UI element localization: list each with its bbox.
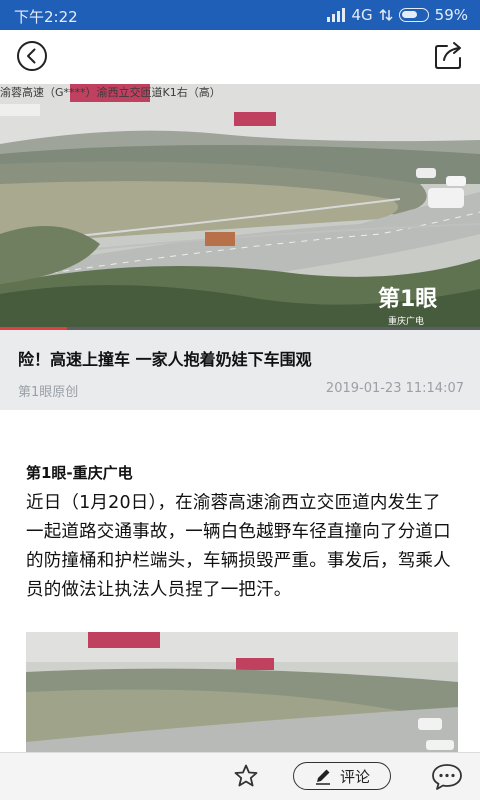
battery-icon — [398, 8, 429, 22]
status-indicators: 4G 59% — [327, 6, 468, 24]
article-date: 2019-01-23 11:14:07 — [325, 381, 464, 396]
back-circle-icon[interactable] — [16, 40, 48, 72]
chat-bubble-icon[interactable] — [430, 762, 464, 792]
data-arrows-icon — [379, 8, 393, 22]
top-nav-bar — [0, 30, 480, 84]
article-paragraph: 近日（1月20日），在渝蓉高速渝西立交匝道内发生了一起道路交通事故，一辆白色越野… — [26, 493, 451, 600]
signal-icon — [327, 8, 346, 22]
article-image[interactable] — [26, 632, 458, 752]
article-body: 第1眼-重庆广电 近日（1月20日），在渝蓉高速渝西立交匝道内发生了一起道路交通… — [26, 462, 458, 605]
hero-caption: 渝蓉高速（G****）渝西立交匝道K1右（高） — [0, 86, 221, 99]
hero-watermark-logo: 第1眼 — [378, 286, 437, 312]
article-title: 险！高速上撞车 一家人抱着奶娃下车围观 — [18, 350, 312, 369]
battery-percent: 59% — [434, 6, 468, 24]
article-source: 第1眼原创 — [18, 385, 79, 400]
article-highway-photo — [26, 632, 458, 752]
highway-scene-image: 第1眼 重庆广电 — [0, 84, 480, 330]
hero-watermark-sub: 重庆广电 — [388, 315, 424, 327]
star-icon[interactable] — [233, 763, 259, 789]
article-byline: 第1眼-重庆广电 — [26, 464, 133, 482]
comment-button[interactable]: 评论 — [293, 762, 391, 790]
hero-video[interactable]: 第1眼 重庆广电 — [0, 84, 480, 330]
status-time: 下午2:22 — [14, 8, 78, 26]
headline-panel: 险！高速上撞车 一家人抱着奶娃下车围观 第1眼原创 2019-01-23 11:… — [0, 330, 480, 410]
bottom-action-bar: 评论 — [0, 752, 480, 800]
network-type: 4G — [351, 6, 373, 24]
status-bar: 下午2:22 4G 59% — [0, 0, 480, 30]
pencil-icon — [315, 769, 330, 785]
comment-label: 评论 — [339, 767, 370, 786]
share-icon[interactable] — [432, 38, 466, 72]
